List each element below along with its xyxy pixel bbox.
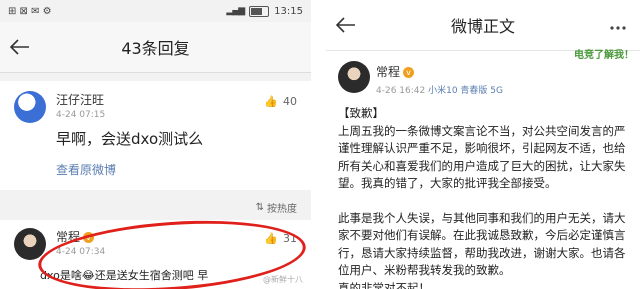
back-arrow-icon (10, 39, 29, 55)
reply-text: dxo是啥😂还是送女生宿舍测吧 早 (40, 269, 209, 282)
avatar[interactable] (338, 61, 370, 93)
post-username[interactable]: 常程 v (376, 61, 640, 80)
verified-badge-icon: v (403, 67, 415, 78)
avatar[interactable] (14, 228, 46, 260)
comment-username[interactable]: 汪仔汪旺 (56, 91, 297, 108)
more-button[interactable] (610, 15, 626, 34)
like-count: 40 (283, 95, 297, 108)
page-title: 微博正文 (450, 17, 515, 36)
post-username-text: 常程 (376, 65, 401, 79)
status-bar: ⊞ ⊠ ✉ ⚙ ▂▄▆ 13:15 (0, 0, 311, 22)
sort-by-hot-button[interactable]: ⇅ 按热度 (256, 200, 297, 215)
replies-header: 43条回复 (0, 22, 311, 73)
comment-time: 4-24 07:15 (56, 110, 106, 120)
sticker-badge: 电竞了解我！ (574, 50, 634, 61)
post-paragraph-title: 【致歉】 (338, 106, 384, 120)
thumbs-up-icon: 👍 (264, 232, 278, 245)
post-device: 小米10 青春版 5G (428, 86, 503, 96)
reply-username[interactable]: 常程 v (56, 228, 297, 245)
back-arrow-icon (336, 17, 355, 33)
back-button[interactable] (326, 5, 366, 45)
clock: 13:15 (274, 5, 303, 17)
reply-username-text: 常程 (56, 230, 81, 244)
avatar[interactable] (14, 91, 46, 123)
post-detail-screen: 微博正文 电竞了解我！ 常程 v 4-26 16:42 小米10 青春版 5G 【… (326, 0, 640, 289)
post-body: 【致歉】 上周五我的一条微博文案言论不当，对公共空间发言的严谨性理解认识严重不足… (326, 99, 640, 289)
verified-badge-icon: v (83, 232, 95, 243)
post-paragraph: 真的非常对不起！ (338, 280, 430, 289)
battery-icon (249, 5, 270, 17)
post-meta: 4-26 16:42 小米10 青春版 5G (376, 83, 640, 96)
status-icons: ⊞ ⊠ ✉ ⚙ (8, 5, 52, 17)
post-header: 微博正文 (326, 0, 640, 51)
post-time: 4-26 16:42 (376, 86, 426, 96)
like-count: 31 (283, 232, 297, 245)
reply-time: 4-24 07:34 (56, 247, 106, 257)
post-author: 常程 v 4-26 16:42 小米10 青春版 5G (326, 61, 640, 99)
thumbs-up-icon: 👍 (264, 95, 278, 108)
view-original-post-link[interactable]: 查看原微博 (56, 161, 297, 178)
sort-label: 按热度 (267, 204, 297, 215)
comment-replies-screen: ⊞ ⊠ ✉ ⚙ ▂▄▆ 13:15 43条回复 汪仔汪旺 4-24 07:15 … (0, 0, 311, 289)
more-dots-icon (610, 26, 626, 30)
post-paragraph: 此事是我个人失误，与其他同事和我们的用户无关，请大家不要对他们有误解。在此我诚恳… (338, 210, 626, 278)
like-button[interactable]: 👍 40 (264, 95, 297, 108)
signal-icon: ▂▄▆ (226, 6, 245, 16)
back-button[interactable] (0, 27, 40, 67)
watermark: @新鲜十八 (263, 275, 303, 284)
comment-text: 早啊，会送dxo测试么 (56, 130, 204, 148)
post-paragraph: 上周五我的一条微博文案言论不当，对公共空间发言的严谨性理解认识严重不足，影响很坏… (338, 123, 626, 191)
parent-comment: 汪仔汪旺 4-24 07:15 👍 40 早啊，会送dxo测试么 查看原微博 (0, 81, 311, 190)
like-button[interactable]: 👍 31 (264, 232, 297, 245)
post-spacer (338, 193, 628, 210)
page-title: 43条回复 (121, 39, 190, 58)
sort-icon: ⇅ (255, 202, 264, 213)
